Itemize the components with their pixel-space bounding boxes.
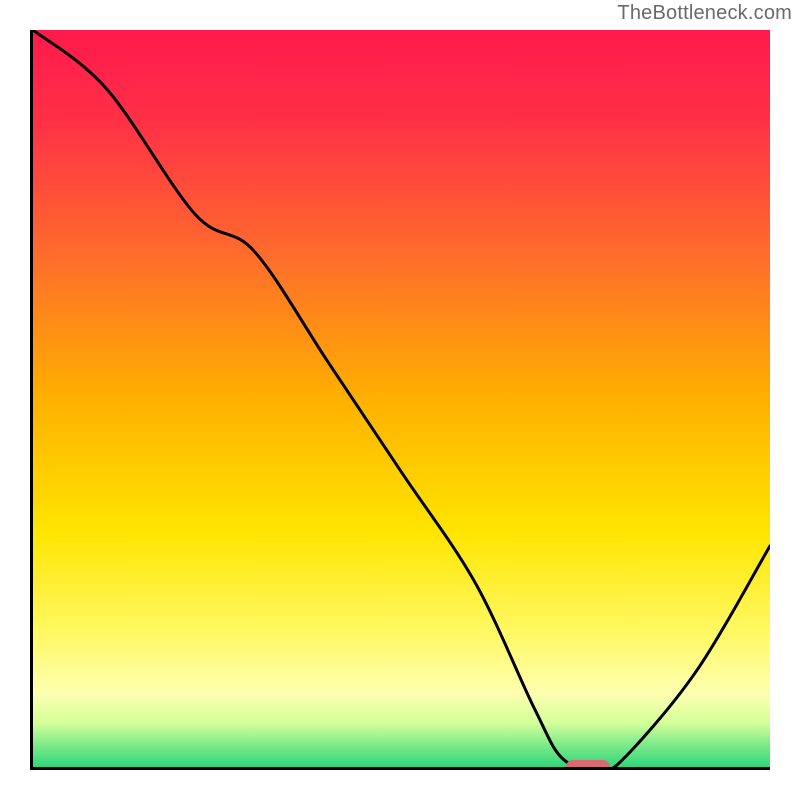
plot-area — [30, 30, 770, 770]
optimal-marker — [566, 760, 610, 770]
watermark-text: TheBottleneck.com — [617, 2, 792, 25]
bottleneck-curve — [33, 30, 770, 767]
chart-container: TheBottleneck.com — [0, 0, 800, 800]
